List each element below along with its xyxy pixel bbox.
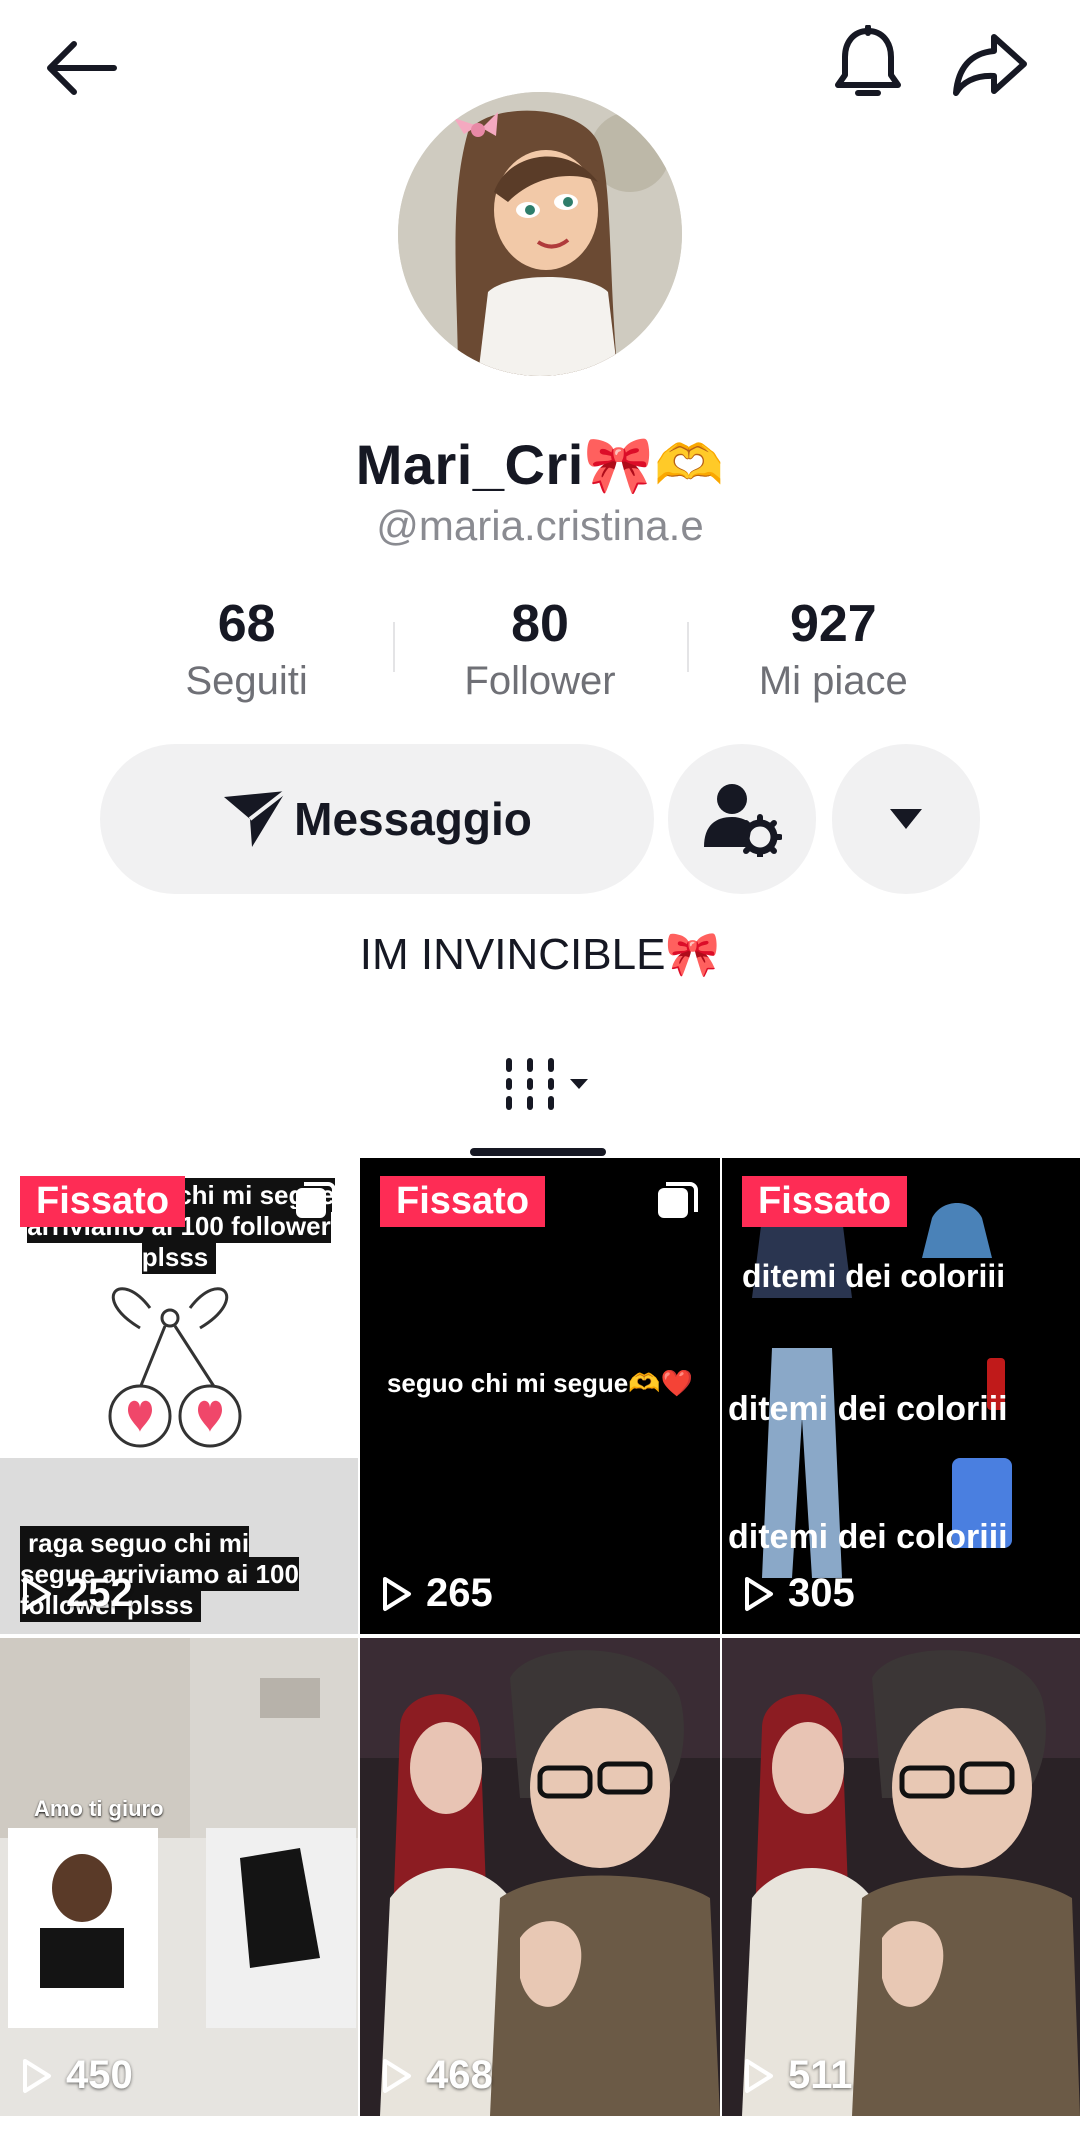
stat-following[interactable]: 68 Seguiti	[100, 592, 393, 712]
profile-actions: Messaggio	[100, 744, 980, 894]
video-grid-icon	[506, 1058, 554, 1110]
stat-following-value: 68	[217, 595, 276, 653]
caret-down-icon	[890, 809, 922, 829]
play-icon	[23, 2058, 51, 2093]
tab-videos[interactable]	[500, 1054, 590, 1114]
multi-photo-icon	[658, 1182, 698, 1218]
play-icon	[383, 1576, 411, 1611]
video-thumbnail	[360, 1638, 720, 2116]
stat-likes-label: Mi piace	[758, 659, 908, 703]
avatar[interactable]	[398, 92, 682, 376]
play-icon	[745, 2058, 773, 2093]
video-caption: seguo chi mi segue🫶❤️	[386, 1368, 694, 1398]
view-count: 252	[22, 1571, 133, 1616]
profile-bio: IM INVINCIBLE🎀	[359, 930, 721, 979]
more-options-button[interactable]	[832, 744, 980, 894]
video-tile[interactable]: 511	[722, 1638, 1080, 2116]
video-tile[interactable]: seguo chi mi segue🫶❤️ Fissato 265	[360, 1158, 720, 1634]
view-count: 511	[744, 2053, 853, 2098]
pinned-badge: Fissato	[20, 1176, 186, 1227]
stats-row: 68 Seguiti 80 Follower 927 Mi piace	[100, 592, 980, 712]
multi-photo-icon	[296, 1182, 336, 1218]
message-button[interactable]: Messaggio	[100, 744, 654, 894]
active-tab-indicator	[470, 1148, 606, 1156]
view-count: 468	[382, 2053, 493, 2098]
bell-icon	[835, 25, 901, 96]
video-tile[interactable]: Amo ti giuro 450	[0, 1638, 358, 2116]
pinned-badge: Fissato	[380, 1176, 546, 1227]
play-icon	[23, 1576, 51, 1611]
video-caption-repeat: ditemi dei coloriii	[728, 1518, 1008, 1556]
view-count: 305	[744, 1571, 855, 1616]
stat-likes-value: 927	[789, 595, 877, 653]
friend-settings-button[interactable]	[668, 744, 816, 894]
message-button-label: Messaggio	[294, 793, 532, 845]
video-tile[interactable]: raga seguo chi mi segue arriviamo ai 100…	[0, 1158, 358, 1634]
share-arrow-icon	[953, 34, 1027, 96]
back-button[interactable]	[30, 18, 130, 118]
share-button[interactable]	[940, 14, 1040, 114]
play-icon	[383, 2058, 411, 2093]
video-caption: ditemi dei coloriii	[742, 1258, 1006, 1294]
video-thumbnail	[0, 1638, 358, 2116]
tab-dropdown-caret-icon	[570, 1079, 588, 1089]
video-grid: raga seguo chi mi segue arriviamo ai 100…	[0, 1158, 1080, 2118]
video-thumbnail	[722, 1638, 1080, 2116]
stat-likes[interactable]: 927 Mi piace	[686, 592, 980, 712]
video-tile[interactable]: 468	[360, 1638, 720, 2116]
view-count: 265	[382, 1571, 493, 1616]
video-tile[interactable]: ditemi dei coloriii ditemi dei coloriii …	[722, 1158, 1080, 1634]
stat-followers-label: Follower	[464, 659, 616, 703]
profile-name: Mari_Cri🎀🫶	[355, 433, 725, 496]
stat-followers-value: 80	[511, 595, 569, 653]
video-caption: Amo ti giuro	[34, 1796, 164, 1821]
profile-handle: @maria.cristina.e	[376, 502, 704, 549]
arrow-left-icon	[47, 41, 117, 95]
paper-plane-icon	[224, 789, 288, 847]
content-tab-bar	[0, 1040, 1080, 1158]
avatar-illustration	[398, 92, 682, 376]
stat-following-label: Seguiti	[185, 659, 308, 703]
notifications-button[interactable]	[818, 14, 918, 114]
pinned-badge: Fissato	[742, 1176, 908, 1227]
stat-followers[interactable]: 80 Follower	[393, 592, 686, 712]
video-caption-repeat: ditemi dei coloriii	[728, 1390, 1008, 1428]
view-count: 450	[22, 2053, 133, 2098]
user-settings-icon	[704, 784, 782, 857]
play-icon	[745, 1576, 773, 1611]
